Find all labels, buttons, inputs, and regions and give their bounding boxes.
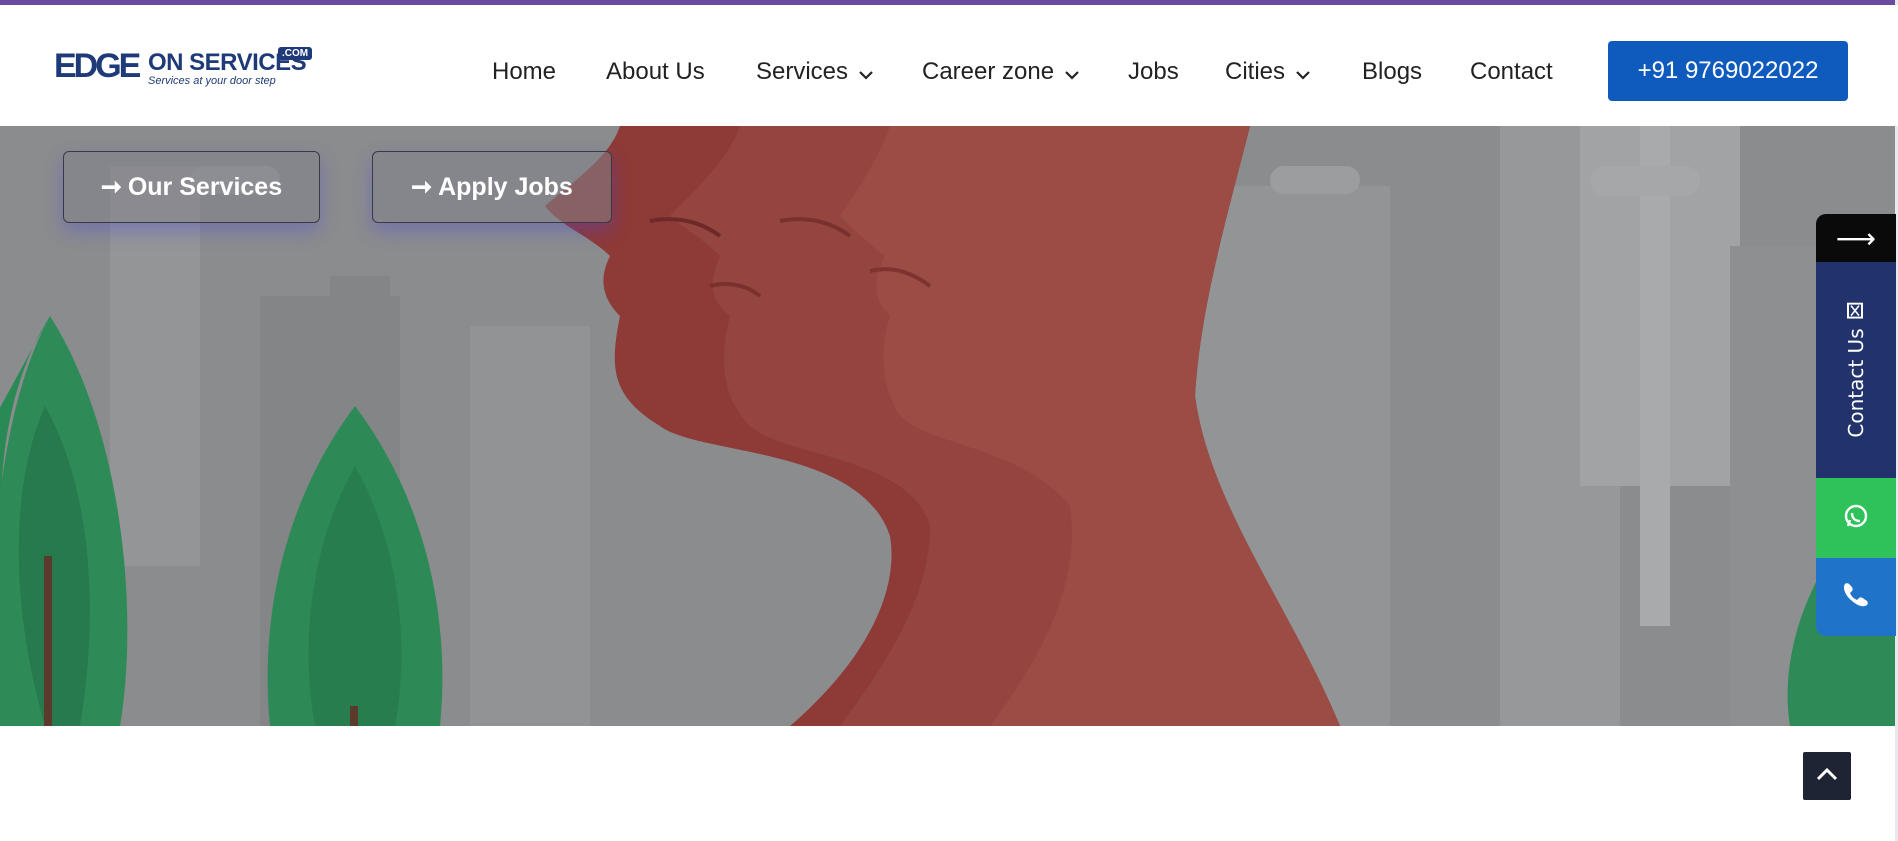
nav-about-us[interactable]: About Us (606, 58, 705, 86)
widget-toggle-button[interactable]: ⟶ (1816, 214, 1896, 262)
arrow-right-icon: ⟶ (1835, 222, 1877, 254)
arrow-right-icon: ➞ (100, 173, 122, 201)
call-phone-button[interactable]: +91 9769022022 (1608, 41, 1848, 101)
envelope-icon (1844, 302, 1868, 319)
phone-call-button[interactable] (1816, 558, 1896, 636)
chevron-down-icon (858, 59, 874, 87)
nav-cities[interactable]: Cities (1225, 58, 1311, 87)
scroll-to-top-button[interactable] (1803, 752, 1851, 800)
chevron-down-icon (1295, 59, 1311, 87)
hero-banner: ➞ Our Services ➞ Apply Jobs (0, 126, 1898, 726)
chevron-down-icon (1064, 59, 1080, 87)
whatsapp-icon (1843, 503, 1869, 534)
floating-contact-widget: ⟶ Contact Us (1816, 214, 1896, 636)
phone-icon (1842, 581, 1870, 614)
apply-jobs-button[interactable]: ➞ Apply Jobs (372, 151, 612, 223)
nav-contact[interactable]: Contact (1470, 58, 1553, 86)
logo-edge-text: EDGE (54, 47, 141, 85)
nav-jobs[interactable]: Jobs (1128, 58, 1179, 86)
contact-us-label: Contact Us (1844, 328, 1868, 438)
whatsapp-button[interactable] (1816, 478, 1896, 558)
logo-com-badge: .COM (278, 47, 313, 60)
logo-tagline: Services at your door step (148, 75, 276, 87)
nav-services[interactable]: Services (756, 58, 874, 87)
chevron-up-icon (1816, 767, 1838, 786)
our-services-button[interactable]: ➞ Our Services (63, 151, 320, 223)
nav-blogs[interactable]: Blogs (1362, 58, 1422, 86)
arrow-right-icon: ➞ (411, 173, 433, 201)
site-logo[interactable]: EDGE ON SERVICES .COM Services at your d… (54, 45, 314, 95)
nav-home[interactable]: Home (492, 58, 556, 86)
contact-us-tab[interactable]: Contact Us (1816, 262, 1896, 478)
site-header: EDGE ON SERVICES .COM Services at your d… (0, 5, 1898, 126)
nav-career-zone[interactable]: Career zone (922, 58, 1080, 87)
